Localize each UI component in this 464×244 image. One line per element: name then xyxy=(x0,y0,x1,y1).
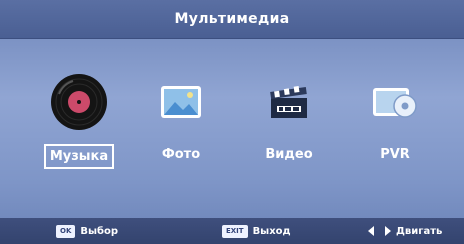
arrow-right-icon xyxy=(385,226,391,236)
menu-item-label: Видео xyxy=(265,147,313,162)
title-bar: Мультимедиа xyxy=(0,0,464,39)
hint-select: OK Выбор xyxy=(56,218,118,244)
menu-item-music[interactable]: Музыка xyxy=(34,70,124,180)
menu-item-label: PVR xyxy=(380,147,410,162)
hint-exit: EXIT Выход xyxy=(222,218,291,244)
exit-key-badge: EXIT xyxy=(222,224,248,238)
page-title: Мультимедиа xyxy=(174,11,290,27)
menu-item-label: Музыка xyxy=(43,144,115,169)
hint-exit-label: Выход xyxy=(252,225,291,237)
footer-bar: OK Выбор EXIT Выход Двигать xyxy=(0,218,464,244)
hint-select-label: Выбор xyxy=(80,225,119,237)
menu-item-pvr[interactable]: PVR xyxy=(350,70,440,180)
menu-item-photo[interactable]: Фото xyxy=(136,70,226,180)
menu-item-video[interactable]: Видео xyxy=(244,70,334,180)
hint-move: Двигать xyxy=(368,218,442,244)
vinyl-record-icon xyxy=(47,70,111,134)
multimedia-screen: Мультимедиа Музыка Фото Видео PVR OK Выб… xyxy=(0,0,464,244)
hint-move-label: Двигать xyxy=(396,225,443,237)
menu-item-label: Фото xyxy=(161,147,201,162)
arrow-left-icon xyxy=(368,226,374,236)
pvr-disc-icon xyxy=(363,70,427,134)
photo-icon xyxy=(149,70,213,134)
clapperboard-icon xyxy=(257,70,321,134)
ok-key-badge: OK xyxy=(56,224,76,238)
